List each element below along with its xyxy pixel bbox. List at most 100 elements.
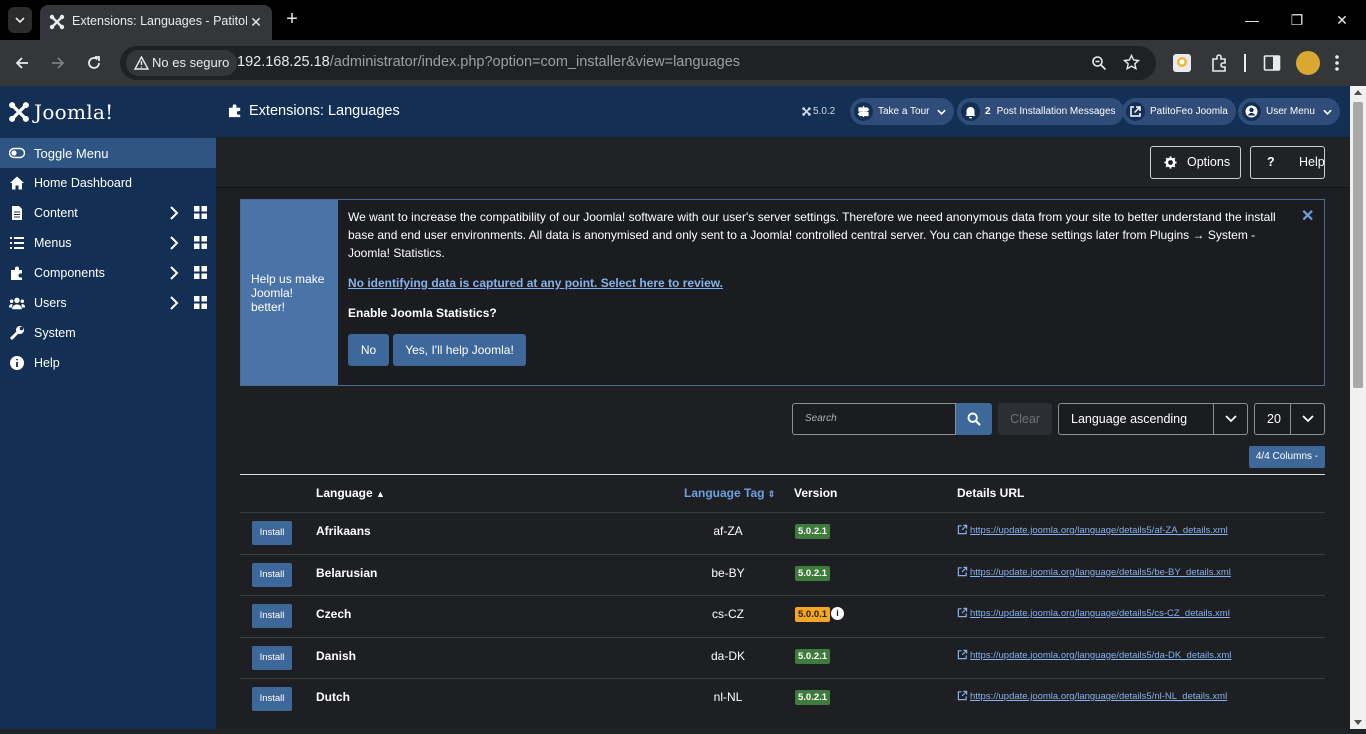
details-url-link[interactable]: https://update.joomla.org/language/detai… <box>957 607 1230 619</box>
version-badge: 5.0.2.1 <box>795 565 831 581</box>
details-url-text: https://update.joomla.org/language/detai… <box>970 525 1228 536</box>
language-tag: nl-NL <box>713 690 743 704</box>
help-button[interactable]: ? Help <box>1250 146 1325 179</box>
install-button[interactable]: Install <box>252 521 292 545</box>
install-button[interactable]: Install <box>252 604 292 628</box>
language-tag: be-BY <box>711 565 745 580</box>
details-url-link[interactable]: https://update.joomla.org/language/detai… <box>957 566 1231 578</box>
restore-icon[interactable]: ❐ <box>1285 8 1309 32</box>
table-row: Install Belarusian be-BY 5.0.2.1 https://upd… <box>240 553 1325 596</box>
sidebar-item-content[interactable]: Content <box>0 198 216 228</box>
language-name: Danish <box>316 648 357 663</box>
browser-tab-bar: Extensions: Languages - PatitoF ✕ + — ❐ … <box>0 0 1366 40</box>
search-button[interactable] <box>956 403 992 435</box>
side-panel-icon[interactable] <box>1263 54 1281 72</box>
zoom-icon[interactable] <box>1091 55 1107 71</box>
chevron-right-icon[interactable] <box>169 296 179 310</box>
tab-title: Extensions: Languages - PatitoF <box>72 14 247 28</box>
scroll-down-icon[interactable] <box>1354 720 1362 725</box>
site-link-button[interactable]: PatitoFeo Joomla <box>1122 98 1236 125</box>
minimize-icon[interactable]: — <box>1240 8 1264 32</box>
sidebar-item-components[interactable]: Components <box>0 258 216 288</box>
reload-button[interactable] <box>81 50 107 76</box>
close-icon[interactable]: ✕ <box>1301 206 1314 226</box>
stats-review-link[interactable]: No identifying data is captured at any p… <box>348 276 723 290</box>
dashboard-grid-icon[interactable] <box>194 266 207 279</box>
ordering-select[interactable]: Language ascending <box>1058 403 1248 435</box>
details-url-link[interactable]: https://update.joomla.org/language/detai… <box>957 524 1228 536</box>
address-bar[interactable]: No es seguro 192.168.25.18/administrator… <box>120 46 1156 80</box>
stats-yes-button[interactable]: Yes, I'll help Joomla! <box>393 334 526 366</box>
joomla-brand[interactable]: Joomla! <box>0 86 216 138</box>
security-chip[interactable]: No es seguro <box>126 50 238 76</box>
details-url-link[interactable]: https://update.joomla.org/language/detai… <box>957 690 1227 702</box>
kebab-menu-icon[interactable] <box>1334 53 1340 73</box>
header-language-tag[interactable]: Language Tag ⇕ <box>684 486 775 500</box>
header-language[interactable]: Language ▲ <box>316 486 385 500</box>
user-menu-button[interactable]: User Menu <box>1238 98 1340 125</box>
scroll-up-icon[interactable] <box>1354 90 1362 95</box>
puzzle-icon <box>11 266 22 280</box>
bookmark-star-icon[interactable] <box>1123 54 1140 71</box>
toggle-menu-label: Toggle Menu <box>34 146 109 161</box>
dashboard-grid-icon[interactable] <box>194 296 207 309</box>
dashboard-grid-icon[interactable] <box>194 206 207 219</box>
search-input[interactable]: Search <box>792 403 956 435</box>
sidebar-item-users[interactable]: Users <box>0 288 216 318</box>
sidebar-item-help[interactable]: Help <box>0 348 216 378</box>
language-tag: af-ZA <box>713 524 743 538</box>
table-row: Install Dutch nl-NL 5.0.2.1 https://update.j… <box>240 678 1325 720</box>
sidebar-item-system[interactable]: System <box>0 318 216 348</box>
install-button[interactable]: Install <box>252 645 292 670</box>
joomla-logo-icon <box>9 102 29 122</box>
external-link-icon <box>957 607 968 618</box>
stats-no-button[interactable]: No <box>348 334 389 366</box>
url-host: 192.168.25.18 <box>237 54 330 70</box>
profile-avatar[interactable] <box>1296 51 1320 75</box>
question-icon: ? <box>1267 155 1275 169</box>
wrench-icon <box>9 326 24 341</box>
tab-close-icon[interactable]: ✕ <box>248 14 264 30</box>
chevron-right-icon[interactable] <box>169 266 179 280</box>
install-button[interactable]: Install <box>252 562 292 587</box>
post-installation-messages-button[interactable]: 2 Post Installation Messages <box>957 98 1124 125</box>
help-label: Help <box>1299 155 1325 169</box>
back-button[interactable] <box>9 50 35 76</box>
details-url-link[interactable]: https://update.joomla.org/language/detai… <box>957 649 1231 661</box>
url-text[interactable]: 192.168.25.18/administrator/index.php?op… <box>237 54 740 70</box>
clear-button[interactable]: Clear <box>998 403 1052 435</box>
sidebar-item-menus[interactable]: Menus <box>0 228 216 258</box>
language-name: Belarusian <box>316 565 378 580</box>
language-name: Czech <box>316 607 352 621</box>
user-icon <box>1242 102 1261 121</box>
extension-avatar-icon[interactable] <box>1172 53 1192 73</box>
sidebar-item-home-dashboard[interactable]: Home Dashboard <box>0 168 216 198</box>
take-a-tour-button[interactable]: Take a Tour <box>850 98 955 125</box>
scrollbar-thumb[interactable] <box>1353 102 1363 388</box>
sidebar-item-label: Menus <box>34 236 72 250</box>
new-tab-icon[interactable]: + <box>282 9 302 29</box>
chevron-right-icon[interactable] <box>169 236 179 250</box>
tab-search-button[interactable] <box>8 7 32 33</box>
post-installation-messages-label: Post Installation Messages <box>996 106 1116 117</box>
options-button[interactable]: Options <box>1150 146 1241 179</box>
language-name: Afrikaans <box>316 524 371 538</box>
language-name: Dutch <box>316 690 350 704</box>
info-icon[interactable]: i <box>831 607 844 620</box>
admin-header: Extensions: Languages 5.0.2 Take a Tour … <box>216 86 1350 137</box>
site-label: PatitoFeo Joomla <box>1150 106 1228 117</box>
header-details-url: Details URL <box>957 486 1025 500</box>
toggle-menu-button[interactable]: Toggle Menu <box>0 138 216 168</box>
install-button[interactable]: Install <box>252 687 292 711</box>
chevron-right-icon[interactable] <box>169 206 179 220</box>
page-scrollbar[interactable] <box>1350 86 1366 729</box>
sidebar-item-label: System <box>34 326 76 340</box>
extensions-puzzle-icon[interactable] <box>1209 53 1229 73</box>
browser-tab-active[interactable]: Extensions: Languages - PatitoF ✕ <box>40 5 272 40</box>
close-window-icon[interactable]: ✕ <box>1330 8 1354 32</box>
columns-toggle-button[interactable]: 4/4 Columns - <box>1249 446 1325 468</box>
dashboard-grid-icon[interactable] <box>194 236 207 249</box>
limit-select[interactable]: 20 <box>1254 403 1325 435</box>
forward-button[interactable] <box>45 50 71 76</box>
arrow-left-icon <box>15 57 28 69</box>
